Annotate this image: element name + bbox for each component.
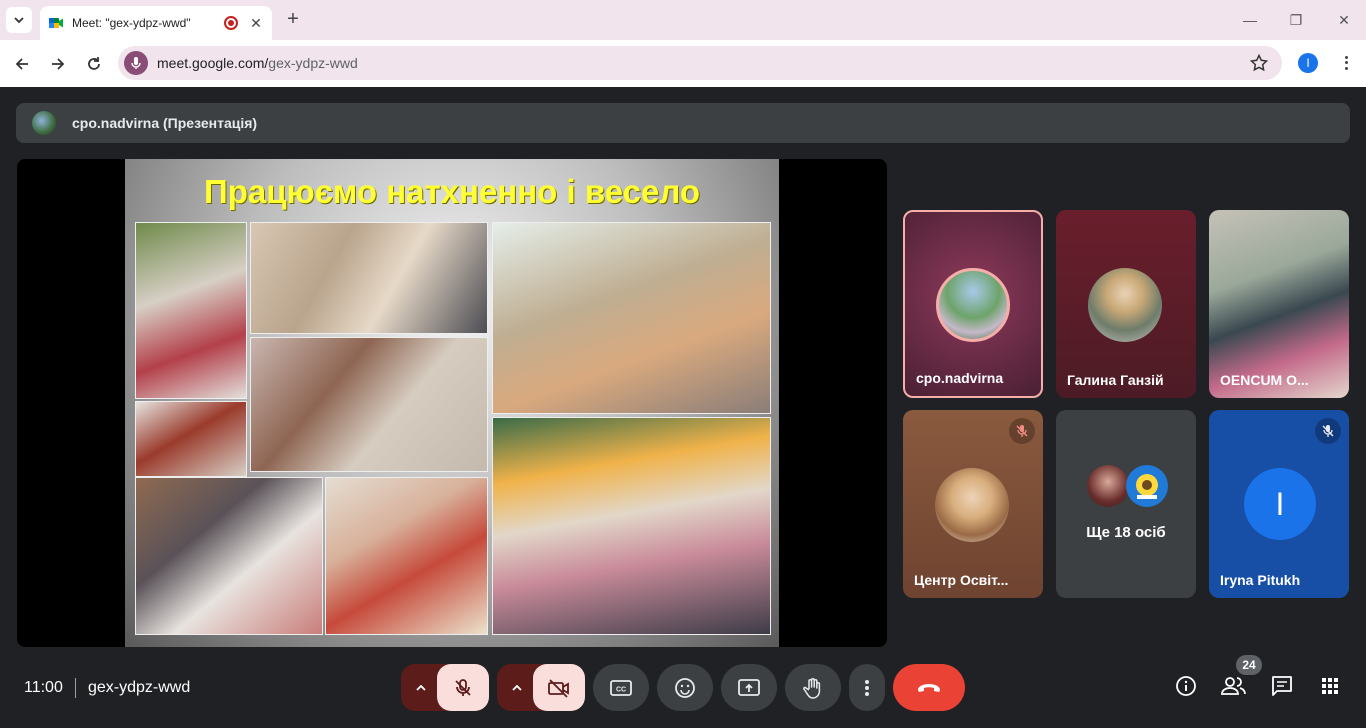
meeting-clock: 11:00 xyxy=(24,679,63,696)
presenter-label: cpo.nadvirna (Презентація) xyxy=(72,115,258,131)
collage-photo-1 xyxy=(135,222,247,399)
close-tab-icon[interactable]: ✕ xyxy=(248,15,264,32)
chevron-down-icon xyxy=(14,17,24,24)
raise-hand-button[interactable] xyxy=(785,664,841,711)
tab-search-button[interactable] xyxy=(6,7,32,33)
chat-button[interactable] xyxy=(1262,666,1302,706)
end-call-icon xyxy=(918,683,940,692)
present-screen-button[interactable] xyxy=(721,664,777,711)
participant-tile-halyna[interactable]: Галина Ганзій xyxy=(1056,210,1196,398)
profile-avatar[interactable]: I xyxy=(1298,53,1318,73)
svg-text:CC: CC xyxy=(616,686,626,693)
close-window-button[interactable]: ✕ xyxy=(1334,10,1354,30)
participant-tile-tsentr[interactable]: Центр Освіт... xyxy=(903,410,1043,598)
captions-button[interactable]: CC xyxy=(593,664,649,711)
muted-badge xyxy=(1009,418,1035,444)
address-bar[interactable]: meet.google.com/gex-ydpz-wwd xyxy=(118,46,1282,80)
audio-settings-button[interactable] xyxy=(401,664,441,711)
more-options-button[interactable] xyxy=(849,664,885,711)
chat-icon xyxy=(1272,676,1292,696)
url-text: meet.google.com/gex-ydpz-wwd xyxy=(157,55,358,71)
hand-icon xyxy=(803,677,821,699)
camera-off-icon xyxy=(548,678,569,698)
collage-photo-4 xyxy=(250,337,488,472)
bookmark-star-icon[interactable] xyxy=(1250,54,1268,72)
collage-photo-7 xyxy=(135,477,323,635)
browser-tab[interactable]: Meet: "gex-ydpz-wwd" ✕ xyxy=(40,6,272,40)
activities-button[interactable] xyxy=(1310,666,1350,706)
back-button[interactable] xyxy=(10,52,34,76)
more-vert-icon xyxy=(865,679,869,696)
reload-icon xyxy=(88,57,100,70)
browser-toolbar: meet.google.com/gex-ydpz-wwd xyxy=(0,40,1366,87)
camera-toggle-button[interactable] xyxy=(533,664,585,711)
microphone-in-use-icon[interactable] xyxy=(124,51,148,75)
collage-photo-2 xyxy=(250,222,488,334)
slide-title: Працюємо натхненно і весело xyxy=(204,173,700,210)
participant-name: Iryna Pitukh xyxy=(1220,572,1301,588)
browser-menu-button[interactable] xyxy=(1336,52,1356,74)
people-button[interactable] xyxy=(1214,666,1254,706)
new-tab-button[interactable]: + xyxy=(282,8,304,30)
divider xyxy=(75,678,76,698)
presentation-slide: Працюємо натхненно і весело xyxy=(125,159,779,647)
participant-tile-iryna[interactable]: I Iryna Pitukh xyxy=(1209,410,1349,598)
emoji-icon xyxy=(675,677,695,698)
apps-grid-icon xyxy=(1322,678,1338,694)
mic-off-icon xyxy=(1322,425,1334,437)
reactions-button[interactable] xyxy=(657,664,713,711)
info-icon xyxy=(1176,676,1196,696)
participant-name: Галина Ганзій xyxy=(1067,372,1164,388)
restore-button[interactable]: ❐ xyxy=(1286,10,1306,30)
video-control-group xyxy=(497,664,585,711)
meeting-details-button[interactable] xyxy=(1166,666,1206,706)
participant-avatar xyxy=(935,468,1009,542)
participant-avatar xyxy=(1088,268,1162,342)
reload-button[interactable] xyxy=(82,52,106,76)
participant-tile-oencum[interactable]: OENCUM O... xyxy=(1209,210,1349,398)
more-people-label: Ще 18 осіб xyxy=(1086,524,1166,541)
mic-off-icon xyxy=(1016,425,1028,437)
participant-mini-avatar xyxy=(1087,465,1129,507)
leave-call-button[interactable] xyxy=(893,664,965,711)
participant-tile-more-people[interactable]: Ще 18 осіб xyxy=(1056,410,1196,598)
collage-photo-3 xyxy=(492,222,771,414)
presenter-avatar xyxy=(32,111,56,135)
collage-photo-8 xyxy=(325,477,488,635)
meet-favicon-icon xyxy=(49,18,63,28)
participant-name: OENCUM O... xyxy=(1220,372,1309,388)
audio-control-group xyxy=(401,664,489,711)
recording-indicator-icon xyxy=(224,16,238,30)
forward-button[interactable] xyxy=(46,52,70,76)
participant-tile-cpo-nadvirna[interactable]: cpo.nadvirna xyxy=(903,210,1043,398)
participant-mini-avatar xyxy=(1126,465,1168,507)
muted-badge xyxy=(1315,418,1341,444)
microphone-toggle-button[interactable] xyxy=(437,664,489,711)
chevron-up-icon xyxy=(512,684,522,691)
participant-name: cpo.nadvirna xyxy=(916,370,1004,386)
participant-name: Центр Освіт... xyxy=(914,572,1009,588)
chevron-up-icon xyxy=(416,684,426,691)
collage-photo-6 xyxy=(492,417,771,635)
collage-photo-5 xyxy=(135,401,247,477)
participant-avatar xyxy=(936,268,1010,342)
tab-strip: Meet: "gex-ydpz-wwd" ✕ + — ❐ ✕ xyxy=(0,0,1366,40)
meeting-code: gex-ydpz-wwd xyxy=(88,679,191,696)
sunflower-logo-icon xyxy=(1136,474,1158,499)
arrow-right-icon xyxy=(52,58,65,70)
present-screen-icon xyxy=(738,678,760,696)
presentation-stage[interactable]: Працюємо натхненно і весело xyxy=(17,159,887,647)
video-settings-button[interactable] xyxy=(497,664,537,711)
closed-captions-icon: CC xyxy=(610,679,632,696)
mic-off-icon xyxy=(455,678,471,696)
participant-initial-avatar: I xyxy=(1244,468,1316,540)
presentation-banner: cpo.nadvirna (Презентація) xyxy=(16,103,1350,143)
people-icon xyxy=(1221,677,1246,695)
tab-title: Meet: "gex-ydpz-wwd" xyxy=(72,16,191,30)
minimize-button[interactable]: — xyxy=(1240,10,1260,30)
arrow-left-icon xyxy=(15,58,28,70)
